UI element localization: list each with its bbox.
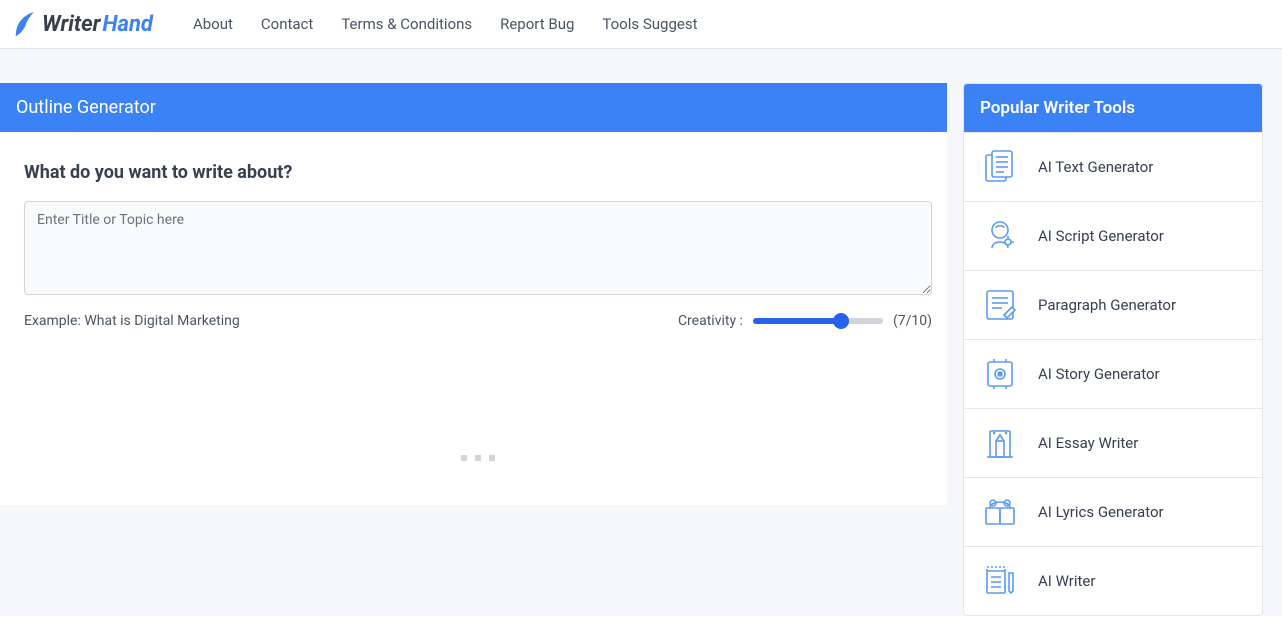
tool-ai-script-generator[interactable]: AI Script Generator (964, 201, 1262, 270)
popular-tools-sidebar: Popular Writer Tools AI Text Generator (963, 83, 1263, 616)
tool-label: AI Writer (1038, 572, 1095, 590)
page-title: Outline Generator (0, 83, 947, 132)
tool-label: Paragraph Generator (1038, 296, 1176, 314)
tool-label: AI Story Generator (1038, 365, 1160, 383)
logo-text-writer: Writer (42, 12, 100, 37)
tool-label: AI Text Generator (1038, 158, 1153, 176)
nav-terms[interactable]: Terms & Conditions (341, 15, 472, 33)
story-generator-icon (982, 356, 1018, 392)
essay-writer-icon (982, 425, 1018, 461)
row-below-input: Example: What is Digital Marketing Creat… (24, 313, 932, 329)
topic-input[interactable] (24, 201, 932, 295)
example-hint: Example: What is Digital Marketing (24, 313, 678, 329)
sidebar-column: Popular Writer Tools AI Text Generator (963, 83, 1263, 616)
script-generator-icon (982, 218, 1018, 254)
nav-contact[interactable]: Contact (261, 15, 313, 33)
tool-ai-story-generator[interactable]: AI Story Generator (964, 339, 1262, 408)
generator-card: What do you want to write about? Example… (0, 132, 947, 505)
page: Outline Generator What do you want to wr… (0, 49, 1282, 616)
logo[interactable]: Writer Hand (12, 10, 153, 38)
tool-ai-essay-writer[interactable]: AI Essay Writer (964, 408, 1262, 477)
tool-paragraph-generator[interactable]: Paragraph Generator (964, 270, 1262, 339)
main-nav: About Contact Terms & Conditions Report … (193, 15, 698, 33)
writer-icon (982, 563, 1018, 599)
nav-tools-suggest[interactable]: Tools Suggest (602, 15, 697, 33)
feather-icon (12, 10, 36, 38)
creativity-control: Creativity : (7/10) (678, 313, 932, 329)
creativity-label: Creativity : (678, 313, 743, 329)
tool-ai-writer[interactable]: AI Writer (964, 546, 1262, 615)
paragraph-generator-icon (982, 287, 1018, 323)
loading-indicator (24, 329, 931, 485)
sidebar-title: Popular Writer Tools (964, 84, 1262, 132)
nav-report-bug[interactable]: Report Bug (500, 15, 574, 33)
tool-label: AI Script Generator (1038, 227, 1164, 245)
creativity-slider[interactable] (753, 318, 883, 324)
tool-label: AI Essay Writer (1038, 434, 1138, 452)
logo-text-hand: Hand (102, 12, 152, 37)
creativity-value: (7/10) (893, 313, 932, 329)
text-generator-icon (982, 149, 1018, 185)
tool-label: AI Lyrics Generator (1038, 503, 1164, 521)
tool-ai-text-generator[interactable]: AI Text Generator (964, 132, 1262, 201)
nav-about[interactable]: About (193, 15, 233, 33)
tool-ai-lyrics-generator[interactable]: AI Lyrics Generator (964, 477, 1262, 546)
main-column: Outline Generator What do you want to wr… (0, 83, 947, 505)
question-label: What do you want to write about? (24, 162, 931, 183)
header: Writer Hand About Contact Terms & Condit… (0, 0, 1282, 49)
lyrics-generator-icon (982, 494, 1018, 530)
